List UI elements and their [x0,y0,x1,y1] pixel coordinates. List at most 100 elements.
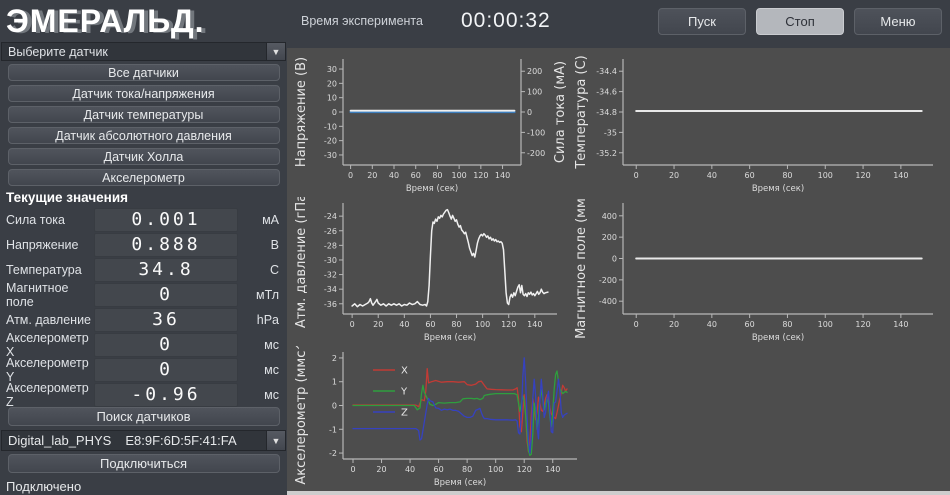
device-select[interactable]: Digital_lab_PHYS E8:9F:6D:5F:41:FA ▼ [1,430,286,451]
chart-accelerometer: 210-1-2020406080100120140Время (сек)Аксе… [295,346,587,489]
menu-button[interactable]: Меню [854,8,942,35]
svg-text:-100: -100 [527,128,545,137]
sidebar: ЭМЕРАЛЬД. Выберите датчик ▼ Все датчики … [0,0,287,495]
sensor-select[interactable]: Выберите датчик ▼ [1,42,286,61]
svg-text:80: 80 [782,320,792,329]
reading-unit: мс [264,363,279,377]
svg-text:-34.4: -34.4 [596,67,617,76]
reading-row-accel-y: Акселерометр Y 0 мс [0,357,287,382]
reading-row-accel-z: Акселерометр Z -0.96 мс [0,382,287,407]
svg-text:-30: -30 [324,151,337,160]
chart-voltage-current: 3020100-10-20-302001000-100-200020406080… [295,53,567,195]
reading-row-voltage: Напряжение 0.888 В [0,232,287,257]
svg-text:-400: -400 [599,297,617,306]
reading-value-display: 0.001 [94,208,238,232]
svg-text:200: 200 [527,67,542,76]
svg-text:Время (сек): Время (сек) [434,478,486,488]
reading-value-display: -0.96 [94,383,238,407]
svg-text:100: 100 [475,320,490,329]
svg-text:Атм. давление (гПа): Атм. давление (гПа) [295,197,309,328]
sensor-button-accelerometer[interactable]: Акселерометр [8,169,280,186]
top-buttons: Пуск Стоп Меню [658,8,942,35]
sensor-button-all[interactable]: Все датчики [8,64,280,81]
svg-text:-35: -35 [604,128,617,137]
sensor-button-temperature[interactable]: Датчик температуры [8,106,280,123]
svg-text:20: 20 [327,79,337,88]
reading-row-pressure: Атм. давление 36 hPa [0,307,287,332]
svg-text:20: 20 [373,320,383,329]
current-values-title: Текущие значения [6,190,287,205]
svg-text:2: 2 [332,354,337,363]
reading-unit: мс [264,388,279,402]
reading-row-current: Сила тока 0.001 мА [0,207,287,232]
experiment-time-value: 00:00:32 [461,9,551,33]
svg-text:20: 20 [669,320,679,329]
chevron-down-icon[interactable]: ▼ [266,43,285,60]
reading-value-display: 0 [94,358,238,382]
reading-value-display: 0 [94,333,238,357]
svg-text:100: 100 [818,171,833,180]
chevron-down-icon[interactable]: ▼ [266,431,285,450]
experiment-time-label: Время эксперимента [301,14,423,28]
svg-text:0: 0 [527,108,532,117]
svg-text:40: 40 [707,171,717,180]
svg-text:-34.6: -34.6 [596,88,617,97]
svg-text:Сила тока (мА): Сила тока (мА) [553,61,567,163]
svg-text:0: 0 [350,320,355,329]
chart-svg: 210-1-2020406080100120140Время (сек)Аксе… [295,346,587,489]
svg-text:-24: -24 [324,212,337,221]
svg-text:Напряжение (В): Напряжение (В) [295,57,309,167]
sensor-button-current-voltage[interactable]: Датчик тока/напряжения [8,85,280,102]
connection-status: Подключено [6,479,287,494]
reading-label: Напряжение [6,238,94,252]
sensor-button-pressure[interactable]: Датчик абсолютного давления [8,127,280,144]
svg-text:0: 0 [612,255,617,264]
svg-text:60: 60 [411,171,421,180]
svg-text:Y: Y [400,387,408,398]
svg-text:-20: -20 [324,137,337,146]
reading-label: Акселерометр Z [6,381,94,409]
charts-area: 3020100-10-20-302001000-100-200020406080… [287,48,950,495]
app-logo: ЭМЕРАЛЬД. [0,0,287,40]
svg-text:60: 60 [425,320,435,329]
stop-button[interactable]: Стоп [756,8,844,35]
svg-text:-34.8: -34.8 [596,108,617,117]
svg-text:Время (сек): Время (сек) [752,333,804,343]
chart-svg: -24-26-28-30-32-34-36020406080100120140В… [295,197,567,344]
chart-temperature: -34.4-34.6-34.8-35-35.202040608010012014… [575,53,943,195]
reading-unit: мА [262,213,279,227]
reading-row-accel-x: Акселерометр X 0 мс [0,332,287,357]
search-sensors-button[interactable]: Поиск датчиков [8,407,280,426]
sensor-button-hall[interactable]: Датчик Холла [8,148,280,165]
svg-text:-1: -1 [329,425,337,434]
svg-text:-28: -28 [324,241,337,250]
svg-text:60: 60 [745,320,755,329]
reading-label: Атм. давление [6,313,94,327]
svg-text:0: 0 [332,402,337,411]
start-button[interactable]: Пуск [658,8,746,35]
svg-text:120: 120 [473,171,488,180]
sensor-select-value: Выберите датчик [8,45,108,59]
svg-text:-200: -200 [527,149,545,158]
device-name: Digital_lab_PHYS [8,433,111,448]
svg-text:20: 20 [669,171,679,180]
reading-row-magnetic: Магнитное поле 0 мТл [0,282,287,307]
reading-unit: мТл [256,288,279,302]
svg-text:120: 120 [855,171,870,180]
svg-text:100: 100 [527,88,542,97]
reading-label: Температура [6,263,94,277]
reading-label: Магнитное поле [6,281,94,309]
reading-label: Акселерометр X [6,331,94,359]
svg-text:100: 100 [451,171,466,180]
reading-value-display: 34.8 [94,258,238,282]
svg-text:10: 10 [327,94,337,103]
svg-text:80: 80 [782,171,792,180]
svg-text:120: 120 [517,465,532,474]
connect-button[interactable]: Подключиться [8,454,280,473]
chart-svg: 3020100-10-20-302001000-100-200020406080… [295,53,567,195]
reading-label: Акселерометр Y [6,356,94,384]
svg-text:60: 60 [434,465,444,474]
reading-value-display: 36 [94,308,238,332]
svg-text:Время (сек): Время (сек) [424,333,476,343]
svg-text:1: 1 [332,378,337,387]
